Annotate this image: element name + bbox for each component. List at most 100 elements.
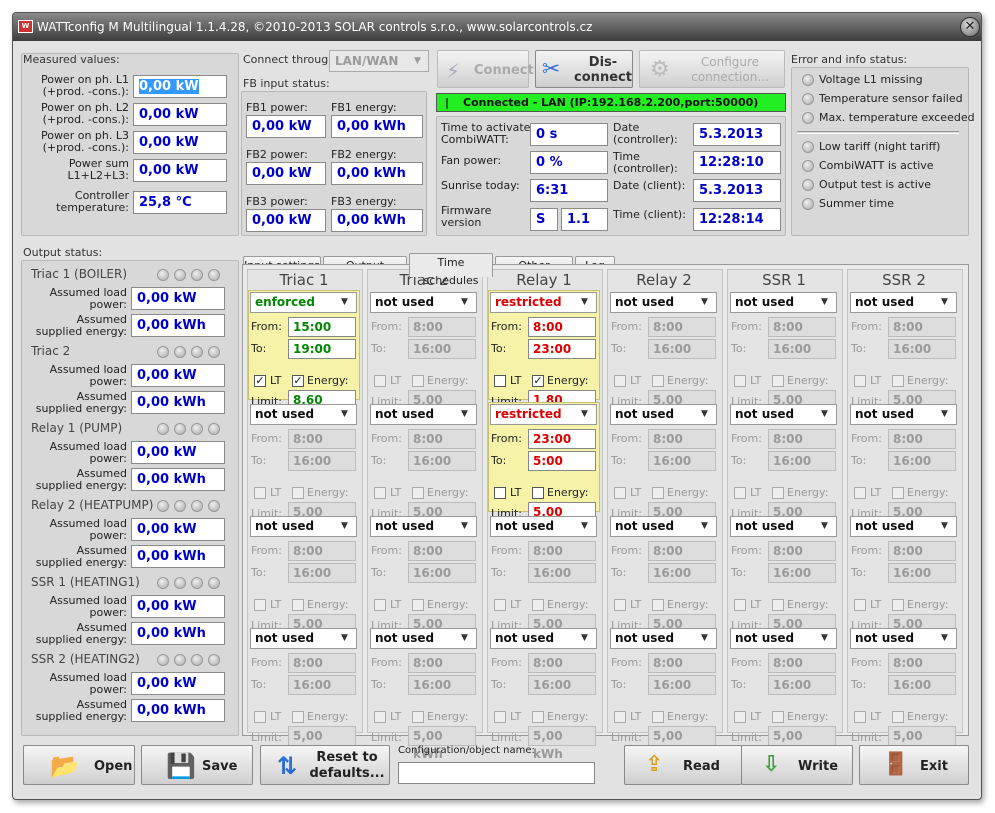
mode-select-2-2[interactable]: not used ▼ bbox=[490, 516, 597, 537]
limit-input-3-3[interactable]: 5,00 kWh bbox=[648, 726, 716, 761]
lt-checkbox-4-1[interactable] bbox=[734, 487, 746, 499]
lt-checkbox-3-1[interactable] bbox=[614, 487, 626, 499]
energy-checkbox-1-2[interactable] bbox=[412, 599, 424, 611]
limit-input-5-3[interactable]: 5,00 kWh bbox=[888, 726, 956, 761]
energy-checkbox-0-2[interactable] bbox=[292, 599, 304, 611]
from-input-2-1[interactable]: 23:00 bbox=[528, 429, 596, 449]
energy-checkbox-0-3[interactable] bbox=[292, 711, 304, 723]
to-input-5-3[interactable]: 16:00 bbox=[888, 675, 956, 695]
exit-button[interactable]: 🚪 Exit bbox=[859, 745, 969, 785]
to-input-2-2[interactable]: 16:00 bbox=[528, 563, 596, 583]
to-input-0-0[interactable]: 19:00 bbox=[288, 339, 356, 359]
from-input-5-3[interactable]: 8:00 bbox=[888, 653, 956, 673]
open-button[interactable]: 📂 Open bbox=[23, 745, 135, 785]
to-input-5-0[interactable]: 16:00 bbox=[888, 339, 956, 359]
from-input-3-1[interactable]: 8:00 bbox=[648, 429, 716, 449]
lt-checkbox-5-0[interactable] bbox=[854, 375, 866, 387]
tab-2[interactable]: Time schedules bbox=[409, 253, 493, 287]
close-button[interactable]: ✕ bbox=[960, 17, 980, 37]
reset-defaults-button[interactable]: ⇅ Reset to defaults... bbox=[260, 745, 390, 785]
lt-checkbox-1-3[interactable] bbox=[374, 711, 386, 723]
lt-checkbox-5-3[interactable] bbox=[854, 711, 866, 723]
disconnect-button[interactable]: ✂ Dis-connect bbox=[535, 50, 633, 88]
energy-checkbox-2-0[interactable]: ✓ bbox=[532, 375, 544, 387]
to-input-5-2[interactable]: 16:00 bbox=[888, 563, 956, 583]
energy-checkbox-2-2[interactable] bbox=[532, 599, 544, 611]
energy-checkbox-3-1[interactable] bbox=[652, 487, 664, 499]
lt-checkbox-3-0[interactable] bbox=[614, 375, 626, 387]
from-input-0-1[interactable]: 8:00 bbox=[288, 429, 356, 449]
from-input-3-2[interactable]: 8:00 bbox=[648, 541, 716, 561]
lt-checkbox-4-0[interactable] bbox=[734, 375, 746, 387]
limit-input-4-3[interactable]: 5,00 kWh bbox=[768, 726, 836, 761]
lt-checkbox-1-0[interactable] bbox=[374, 375, 386, 387]
lt-checkbox-0-3[interactable] bbox=[254, 711, 266, 723]
mode-select-3-1[interactable]: not used ▼ bbox=[610, 404, 717, 425]
to-input-2-1[interactable]: 5:00 bbox=[528, 451, 596, 471]
from-input-0-0[interactable]: 15:00 bbox=[288, 317, 356, 337]
mode-select-3-2[interactable]: not used ▼ bbox=[610, 516, 717, 537]
energy-checkbox-0-0[interactable]: ✓ bbox=[292, 375, 304, 387]
energy-checkbox-5-3[interactable] bbox=[892, 711, 904, 723]
to-input-2-3[interactable]: 16:00 bbox=[528, 675, 596, 695]
mode-select-5-1[interactable]: not used ▼ bbox=[850, 404, 957, 425]
lt-checkbox-0-0[interactable]: ✓ bbox=[254, 375, 266, 387]
energy-checkbox-4-1[interactable] bbox=[772, 487, 784, 499]
limit-input-2-3[interactable]: 5,00 kWh bbox=[528, 726, 596, 761]
mode-select-5-2[interactable]: not used ▼ bbox=[850, 516, 957, 537]
connect-through-select[interactable]: LAN/WAN ▼ bbox=[329, 50, 429, 72]
from-input-1-0[interactable]: 8:00 bbox=[408, 317, 476, 337]
from-input-3-3[interactable]: 8:00 bbox=[648, 653, 716, 673]
from-input-4-0[interactable]: 8:00 bbox=[768, 317, 836, 337]
lt-checkbox-5-1[interactable] bbox=[854, 487, 866, 499]
to-input-1-1[interactable]: 16:00 bbox=[408, 451, 476, 471]
to-input-0-3[interactable]: 16:00 bbox=[288, 675, 356, 695]
energy-checkbox-4-2[interactable] bbox=[772, 599, 784, 611]
from-input-4-2[interactable]: 8:00 bbox=[768, 541, 836, 561]
from-input-5-2[interactable]: 8:00 bbox=[888, 541, 956, 561]
lt-checkbox-1-1[interactable] bbox=[374, 487, 386, 499]
lt-checkbox-0-1[interactable] bbox=[254, 487, 266, 499]
lt-checkbox-1-2[interactable] bbox=[374, 599, 386, 611]
to-input-3-2[interactable]: 16:00 bbox=[648, 563, 716, 583]
mode-select-4-0[interactable]: not used ▼ bbox=[730, 292, 837, 313]
to-input-1-2[interactable]: 16:00 bbox=[408, 563, 476, 583]
lt-checkbox-0-2[interactable] bbox=[254, 599, 266, 611]
from-input-3-0[interactable]: 8:00 bbox=[648, 317, 716, 337]
read-button[interactable]: ⇪ Read bbox=[624, 745, 742, 785]
to-input-3-0[interactable]: 16:00 bbox=[648, 339, 716, 359]
energy-checkbox-0-1[interactable] bbox=[292, 487, 304, 499]
energy-checkbox-2-1[interactable] bbox=[532, 487, 544, 499]
from-input-0-2[interactable]: 8:00 bbox=[288, 541, 356, 561]
lt-checkbox-3-2[interactable] bbox=[614, 599, 626, 611]
to-input-4-1[interactable]: 16:00 bbox=[768, 451, 836, 471]
mode-select-0-1[interactable]: not used ▼ bbox=[250, 404, 357, 425]
energy-checkbox-3-0[interactable] bbox=[652, 375, 664, 387]
to-input-4-2[interactable]: 16:00 bbox=[768, 563, 836, 583]
mode-select-4-2[interactable]: not used ▼ bbox=[730, 516, 837, 537]
from-input-4-1[interactable]: 8:00 bbox=[768, 429, 836, 449]
write-button[interactable]: ⇩ Write bbox=[741, 745, 853, 785]
lt-checkbox-2-3[interactable] bbox=[494, 711, 506, 723]
lt-checkbox-2-2[interactable] bbox=[494, 599, 506, 611]
lt-checkbox-2-1[interactable] bbox=[494, 487, 506, 499]
from-input-2-2[interactable]: 8:00 bbox=[528, 541, 596, 561]
mode-select-0-2[interactable]: not used ▼ bbox=[250, 516, 357, 537]
limit-input-0-3[interactable]: 5,00 kWh bbox=[288, 726, 356, 761]
limit-input-1-3[interactable]: 5,00 kWh bbox=[408, 726, 476, 761]
energy-checkbox-3-3[interactable] bbox=[652, 711, 664, 723]
lt-checkbox-4-3[interactable] bbox=[734, 711, 746, 723]
from-input-1-2[interactable]: 8:00 bbox=[408, 541, 476, 561]
from-input-0-3[interactable]: 8:00 bbox=[288, 653, 356, 673]
mode-select-3-0[interactable]: not used ▼ bbox=[610, 292, 717, 313]
energy-checkbox-5-0[interactable] bbox=[892, 375, 904, 387]
mode-select-2-3[interactable]: not used ▼ bbox=[490, 628, 597, 649]
to-input-5-1[interactable]: 16:00 bbox=[888, 451, 956, 471]
mode-select-1-0[interactable]: not used ▼ bbox=[370, 292, 477, 313]
to-input-4-3[interactable]: 16:00 bbox=[768, 675, 836, 695]
energy-checkbox-2-3[interactable] bbox=[532, 711, 544, 723]
mode-select-0-3[interactable]: not used ▼ bbox=[250, 628, 357, 649]
from-input-2-3[interactable]: 8:00 bbox=[528, 653, 596, 673]
config-name-input[interactable] bbox=[398, 762, 595, 784]
to-input-3-3[interactable]: 16:00 bbox=[648, 675, 716, 695]
